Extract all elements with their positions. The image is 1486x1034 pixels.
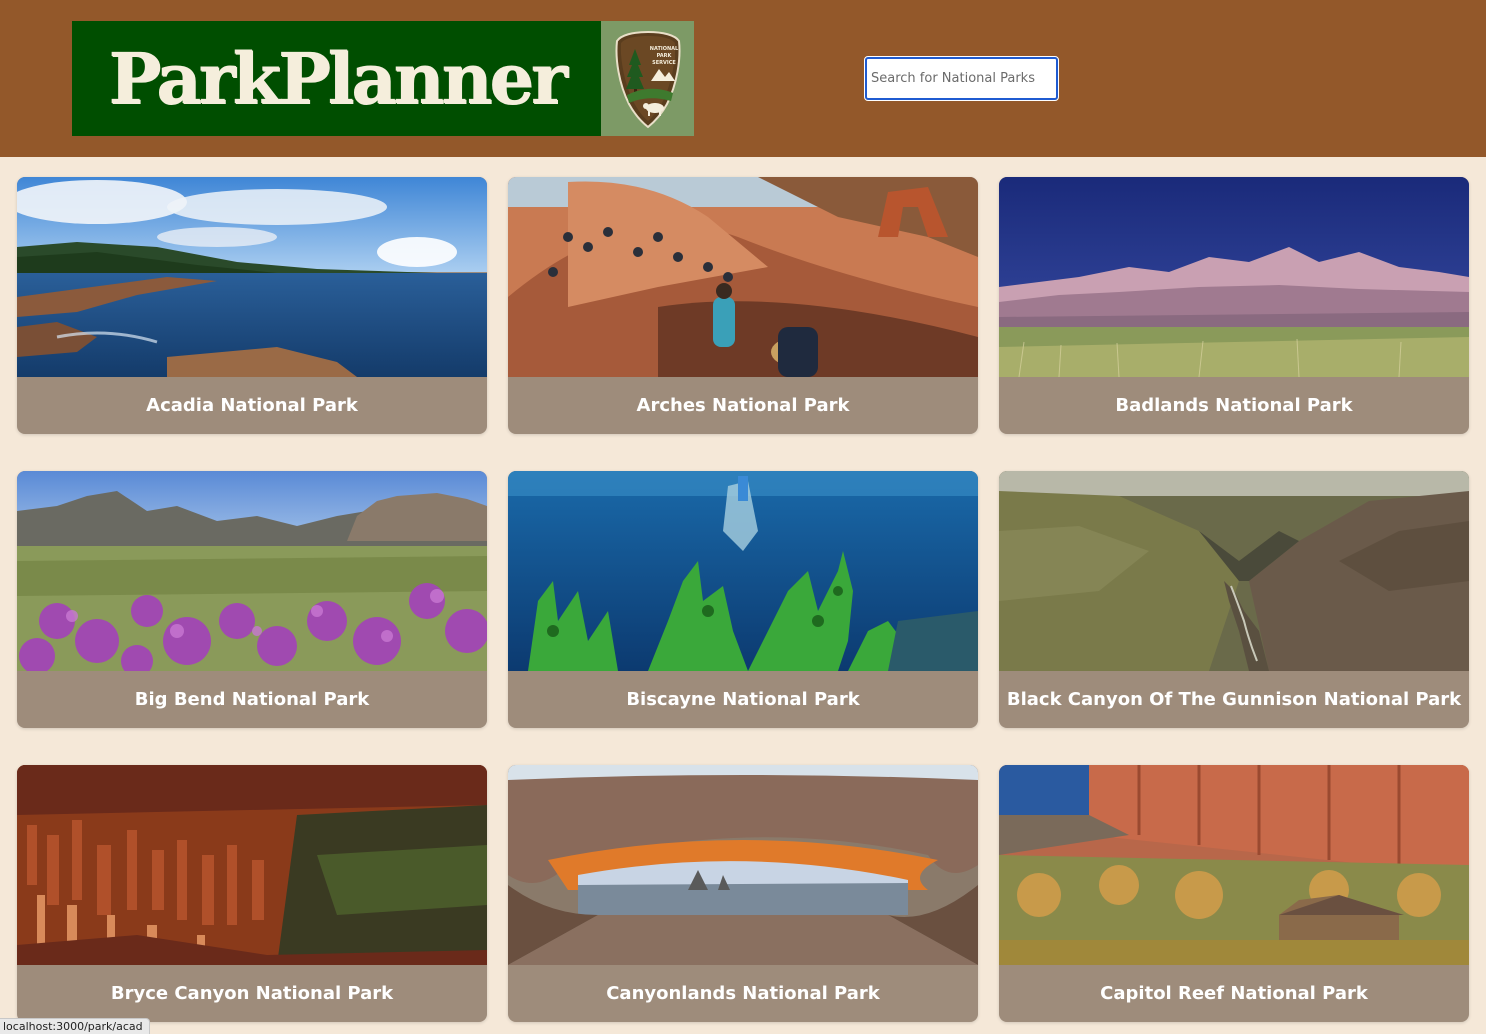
park-photo-capitol-reef: [999, 765, 1469, 965]
badge-text-line-2: PARK: [656, 53, 672, 59]
park-photo-bryce-canyon: [17, 765, 487, 965]
park-name: Biscayne National Park: [626, 689, 860, 710]
park-name: Canyonlands National Park: [606, 983, 880, 1004]
badge-text-line-3: SERVICE: [652, 60, 676, 66]
browser-status-url: localhost:3000/park/acad: [0, 1018, 150, 1034]
park-card-biscayne[interactable]: Biscayne National Park: [508, 471, 978, 728]
badge-text-line-1: NATIONAL: [649, 46, 678, 52]
park-name: Bryce Canyon National Park: [110, 983, 394, 1004]
park-photo-black-canyon: [999, 471, 1469, 671]
logo-wordmark-panel: ParkPlanner: [72, 21, 601, 136]
park-name: Capitol Reef National Park: [1100, 983, 1368, 1004]
park-card-capitol-reef[interactable]: Capitol Reef National Park: [999, 765, 1469, 1022]
park-card-arches[interactable]: Arches National Park: [508, 177, 978, 434]
park-card-big-bend[interactable]: Big Bend National Park: [17, 471, 487, 728]
park-name: Badlands National Park: [1115, 395, 1353, 416]
park-photo-badlands: [999, 177, 1469, 377]
nps-arrowhead-icon: NATIONAL PARK SERVICE: [601, 21, 694, 136]
nps-arrowhead-emblem: NATIONAL PARK SERVICE: [615, 30, 680, 128]
park-photo-big-bend: [17, 471, 487, 671]
park-photo-arches: [508, 177, 978, 377]
park-name: Arches National Park: [636, 395, 850, 416]
park-photo-biscayne: [508, 471, 978, 671]
park-card-acadia[interactable]: Acadia National Park: [17, 177, 487, 434]
park-name: Acadia National Park: [146, 395, 358, 416]
logo-wordmark: ParkPlanner: [108, 36, 567, 120]
park-card-grid: Acadia National Park Arches National Par…: [17, 177, 1469, 1022]
park-card-badlands[interactable]: Badlands National Park: [999, 177, 1469, 434]
park-card-canyonlands[interactable]: Canyonlands National Park: [508, 765, 978, 1022]
park-photo-acadia: [17, 177, 487, 377]
park-name: Black Canyon Of The Gunnison National Pa…: [1006, 689, 1462, 710]
park-planner-logo[interactable]: ParkPlanner NATIONAL PARK SERVICE: [72, 21, 694, 136]
park-card-bryce-canyon[interactable]: Bryce Canyon National Park: [17, 765, 487, 1022]
park-card-black-canyon[interactable]: Black Canyon Of The Gunnison National Pa…: [999, 471, 1469, 728]
search-input[interactable]: [864, 56, 1059, 101]
park-name: Big Bend National Park: [134, 689, 370, 710]
site-header: ParkPlanner NATIONAL PARK SERVICE: [0, 0, 1486, 157]
park-photo-canyonlands: [508, 765, 978, 965]
